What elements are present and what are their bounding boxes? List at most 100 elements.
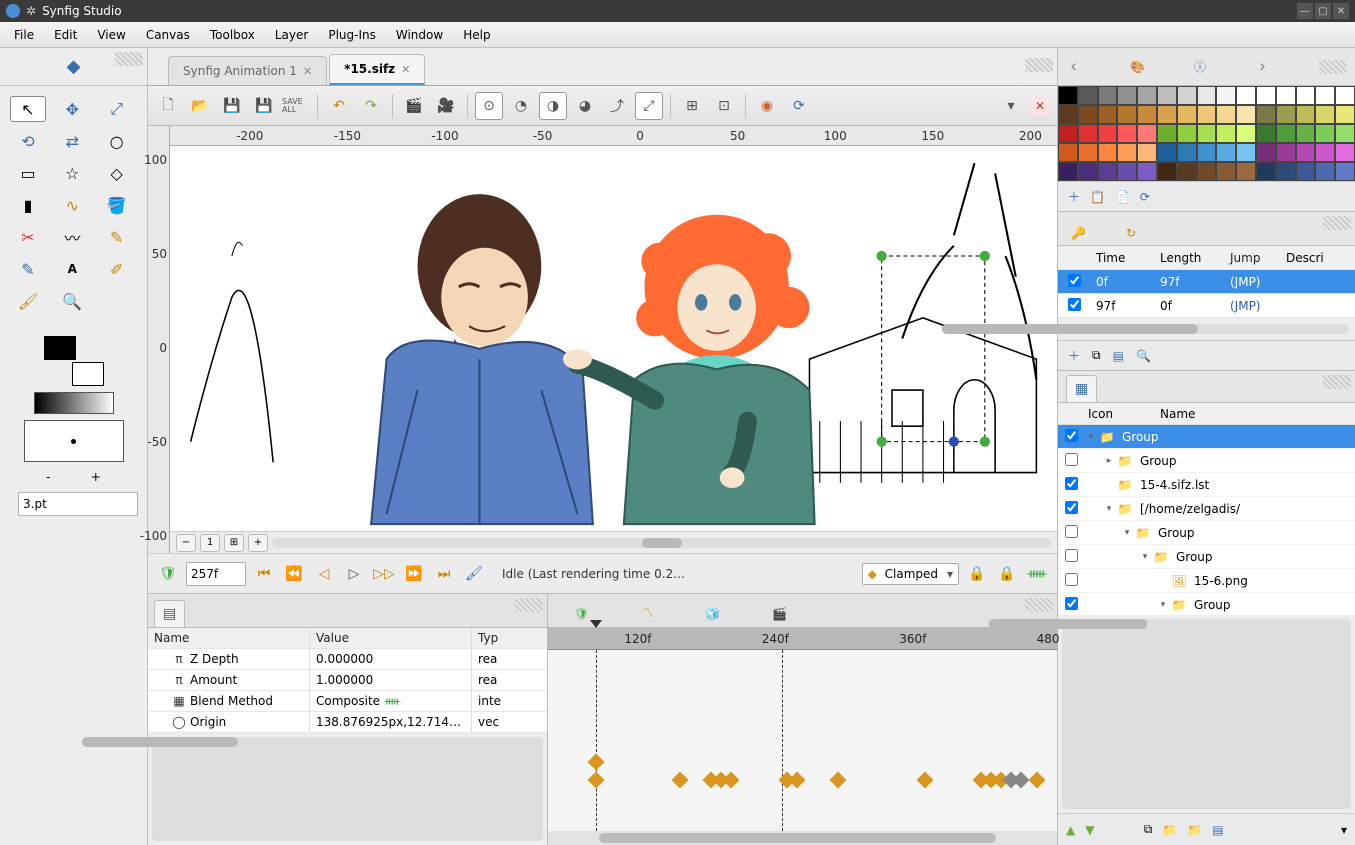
expand-toggle-icon[interactable]: ▸ [1102, 456, 1116, 466]
color-swatches[interactable] [44, 336, 104, 386]
palette-swatch[interactable] [1315, 124, 1335, 143]
col-type[interactable]: Typ [472, 628, 547, 648]
tab-close-icon[interactable]: ✕ [401, 63, 410, 76]
keyframe-marker[interactable] [723, 772, 740, 789]
params-scrollbar[interactable] [152, 737, 543, 842]
palette-swatch[interactable] [1098, 86, 1118, 105]
menu-edit[interactable]: Edit [44, 24, 87, 46]
zoom-out-icon[interactable]: − [176, 534, 196, 552]
palette-swatch[interactable] [1177, 143, 1197, 162]
tab-doc-2[interactable]: *15.sifz ✕ [329, 54, 425, 85]
tool-sketch[interactable]: ✐ [99, 256, 135, 282]
palette-swatch[interactable] [1117, 105, 1137, 124]
palette-swatch[interactable] [1256, 143, 1276, 162]
save-all-icon[interactable]: SAVE ALL [282, 92, 310, 120]
tool-circle[interactable]: ○ [99, 128, 135, 154]
palette-swatch[interactable] [1296, 86, 1316, 105]
layer-row[interactable]: ▾📁Group [1058, 593, 1355, 615]
keyframe-props-icon[interactable]: 🔍 [1136, 349, 1151, 363]
palette-swatch[interactable] [1137, 86, 1157, 105]
keyframe-lock-past-icon[interactable]: 🔒 [965, 562, 989, 586]
tool-spline[interactable]: ∿ [54, 192, 90, 218]
layer-visible-checkbox[interactable] [1065, 597, 1078, 610]
param-value[interactable]: Compositeᚔ [310, 691, 472, 711]
panel-grip[interactable] [1323, 216, 1351, 230]
animate-mode-icon[interactable]: ᚔ [1025, 562, 1049, 586]
background-swatch[interactable] [72, 362, 104, 386]
layer-row[interactable]: 🖼15-6.png [1058, 569, 1355, 593]
palette-swatch[interactable] [1098, 105, 1118, 124]
param-row[interactable]: ▦Blend MethodCompositeᚔinte [148, 691, 547, 712]
snap-grid-icon[interactable]: ⊡ [710, 92, 738, 120]
palette-swatch[interactable] [1157, 143, 1177, 162]
tool-smooth-move[interactable]: ✥ [54, 96, 90, 122]
layer-menu-icon[interactable]: ▾ [1341, 823, 1347, 837]
expand-toggle-icon[interactable]: ▾ [1156, 600, 1170, 610]
onion-both-icon[interactable]: ◑ [539, 92, 567, 120]
expand-toggle-icon[interactable]: ▾ [1102, 504, 1116, 514]
palette-swatch[interactable] [1335, 105, 1355, 124]
history-tab[interactable]: 🧊 [699, 601, 726, 627]
palette-swatch[interactable] [1197, 143, 1217, 162]
playhead[interactable] [596, 650, 597, 831]
col-length[interactable]: Length [1160, 251, 1230, 265]
palette-swatch[interactable] [1137, 162, 1157, 181]
palette-swatch[interactable] [1216, 105, 1236, 124]
params-tab[interactable]: ▤ [154, 600, 185, 627]
palette-swatch[interactable] [1335, 86, 1355, 105]
palette-swatch[interactable] [1117, 86, 1137, 105]
palette-swatch[interactable] [1256, 105, 1276, 124]
horizontal-scrollbar[interactable] [272, 538, 1051, 548]
palette-swatch[interactable] [1276, 105, 1296, 124]
show-handles-icon[interactable]: ⊙ [475, 92, 503, 120]
lock-keyframe-icon[interactable]: 🛡 [156, 562, 180, 586]
expand-toggle-icon[interactable]: ▾ [1138, 552, 1152, 562]
tool-width[interactable]: ✎ [99, 224, 135, 250]
canvas-viewport[interactable] [170, 146, 1057, 531]
stop-render-icon[interactable]: ✕ [1029, 95, 1051, 117]
brush-size-input[interactable] [18, 492, 138, 516]
palette-swatch[interactable] [1197, 105, 1217, 124]
palette-swatch[interactable] [1256, 124, 1276, 143]
close-button[interactable]: ✕ [1333, 3, 1349, 19]
palette-swatch[interactable] [1078, 162, 1098, 181]
keyframe-lock-future-icon[interactable]: 🔒 [995, 562, 1019, 586]
palette-swatch[interactable] [1315, 162, 1335, 181]
menu-view[interactable]: View [87, 24, 135, 46]
tool-star[interactable]: ☆ [54, 160, 90, 186]
gradient-swatch[interactable] [34, 392, 114, 414]
palette-swatch[interactable] [1117, 124, 1137, 143]
undo-icon[interactable]: ↶ [325, 92, 353, 120]
lower-layer-icon[interactable]: ▼ [1085, 823, 1094, 837]
param-row[interactable]: ◯Origin138.876925px,12.714575vec [148, 712, 547, 733]
tab-close-icon[interactable]: ✕ [303, 65, 312, 78]
redo-icon[interactable]: ↷ [357, 92, 385, 120]
minimize-button[interactable]: — [1297, 3, 1313, 19]
tab-doc-1[interactable]: Synfig Animation 1 ✕ [168, 56, 327, 85]
palette-swatch[interactable] [1157, 124, 1177, 143]
palette-swatch[interactable] [1236, 86, 1256, 105]
save-as-icon[interactable]: 💾 [250, 92, 278, 120]
add-color-icon[interactable]: ＋ [1068, 188, 1080, 205]
keyframe-jump-link[interactable]: (JMP) [1230, 299, 1286, 313]
raise-layer-icon[interactable]: ▲ [1066, 823, 1075, 837]
palette-tab-icon[interactable]: 🎨 [1130, 60, 1145, 74]
col-desc[interactable]: Descri [1286, 251, 1355, 265]
param-value[interactable]: 1.000000 [310, 670, 472, 690]
keyframes-scrollbar[interactable] [1064, 324, 1349, 334]
palette-swatch[interactable] [1216, 143, 1236, 162]
palette-swatch[interactable] [1098, 143, 1118, 162]
palette-swatch[interactable] [1296, 162, 1316, 181]
zoom-fit-icon[interactable]: ⊞ [224, 534, 244, 552]
keyframe-marker[interactable] [1028, 772, 1045, 789]
layer-visible-checkbox[interactable] [1065, 429, 1078, 442]
tangent-icon[interactable]: ⤢ [635, 92, 663, 120]
onion-skin-icon[interactable]: ◉ [753, 92, 781, 120]
col-jump[interactable]: Jump [1230, 251, 1286, 265]
menu-help[interactable]: Help [453, 24, 500, 46]
seek-end-icon[interactable]: ⏭ [432, 562, 456, 586]
palette-swatch[interactable] [1078, 143, 1098, 162]
layer-row[interactable]: ▾📁[/home/zelgadis/ [1058, 497, 1355, 521]
palette-swatch[interactable] [1276, 162, 1296, 181]
keyframe-row[interactable]: 0f97f(JMP) [1058, 270, 1355, 294]
